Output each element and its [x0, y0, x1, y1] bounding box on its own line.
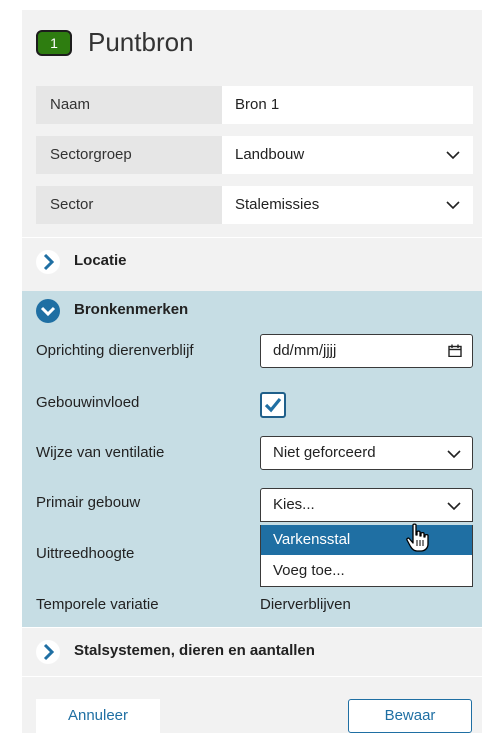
gebouwinvloed-checkbox[interactable] — [260, 392, 286, 418]
uittreedhoogte-label: Uittreedhoogte — [36, 545, 135, 562]
sectorgroup-select[interactable]: Landbouw — [222, 136, 473, 174]
sectorgroup-field-row: Sectorgroep Landbouw — [36, 136, 473, 174]
section-stalsystemen[interactable]: Stalsystemen, dieren en aantallen — [22, 627, 482, 675]
panel-header: 1 Puntbron — [22, 10, 482, 78]
page-title: Puntbron — [88, 27, 194, 57]
ventilatie-label: Wijze van ventilatie — [36, 444, 165, 461]
section-bronkenmerken-title: Bronkenmerken — [74, 301, 189, 318]
oprichting-date-input[interactable]: dd/mm/jjjj — [260, 334, 473, 368]
section-stalsystemen-title: Stalsystemen, dieren en aantallen — [74, 642, 315, 659]
section-locatie[interactable]: Locatie — [22, 237, 482, 285]
chevron-down-icon — [447, 450, 461, 459]
chevron-down-icon — [447, 502, 461, 511]
sector-select[interactable]: Stalemissies — [222, 186, 473, 224]
oprichting-label: Oprichting dierenverblijf — [36, 342, 194, 359]
dropdown-option-voeg-toe[interactable]: Voeg toe... — [261, 556, 472, 586]
name-input[interactable]: Bron 1 — [222, 86, 473, 124]
oprichting-date-placeholder: dd/mm/jjjj — [273, 342, 337, 359]
chevron-down-circle-icon[interactable] — [36, 299, 60, 323]
sectorgroup-value: Landbouw — [235, 146, 305, 163]
ventilatie-select[interactable]: Niet geforceerd — [260, 436, 473, 470]
chevron-down-icon — [446, 151, 460, 160]
temporele-variatie-label: Temporele variatie — [36, 596, 159, 613]
source-panel: 1 Puntbron Naam Bron 1 Sectorgroep Landb… — [22, 10, 482, 733]
name-label: Naam — [36, 86, 222, 124]
sector-field-row: Sector Stalemissies — [36, 186, 473, 224]
dropdown-option-varkensstal[interactable]: Varkensstal — [261, 525, 472, 555]
primair-gebouw-dropdown: Varkensstal Voeg toe... — [260, 525, 473, 587]
sectorgroup-label: Sectorgroep — [36, 136, 222, 174]
primair-gebouw-select[interactable]: Kies... — [260, 488, 473, 522]
section-locatie-title: Locatie — [74, 252, 127, 269]
gebouwinvloed-label: Gebouwinvloed — [36, 394, 140, 411]
calendar-icon — [448, 344, 462, 357]
sector-label: Sector — [36, 186, 222, 224]
chevron-right-icon — [36, 250, 60, 274]
primair-gebouw-value: Kies... — [273, 496, 315, 513]
save-button[interactable]: Bewaar — [348, 699, 472, 733]
cancel-button[interactable]: Annuleer — [36, 699, 160, 733]
temporele-variatie-value: Dierverblijven — [260, 596, 351, 613]
ventilatie-value: Niet geforceerd — [273, 444, 376, 461]
sector-value: Stalemissies — [235, 196, 320, 213]
checkmark-icon — [264, 397, 282, 413]
hand-pointer-icon — [406, 523, 429, 552]
name-field-row: Naam Bron 1 — [36, 86, 473, 124]
panel-footer: Annuleer Bewaar — [22, 676, 482, 733]
chevron-right-icon — [36, 640, 60, 664]
source-number-badge: 1 — [36, 30, 72, 56]
chevron-down-icon — [446, 201, 460, 210]
primair-gebouw-label: Primair gebouw — [36, 494, 141, 511]
